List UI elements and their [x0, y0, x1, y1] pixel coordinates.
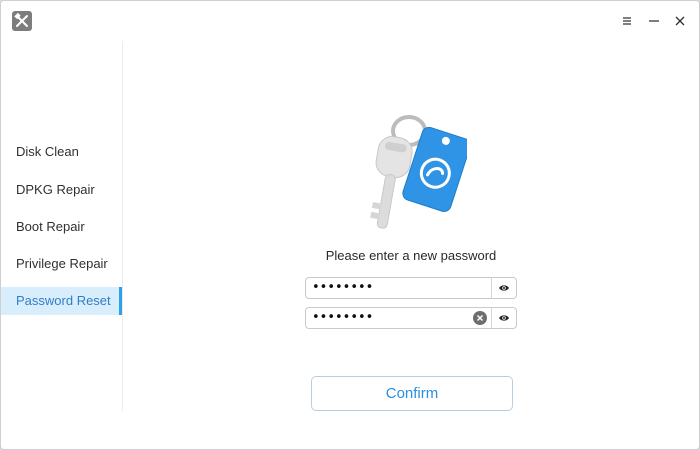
close-button[interactable]: [668, 9, 692, 33]
sidebar-item-password-reset[interactable]: Password Reset: [1, 287, 122, 315]
sidebar-item-disk-clean[interactable]: Disk Clean: [1, 138, 122, 166]
close-icon: [675, 16, 685, 26]
confirm-button[interactable]: Confirm: [311, 376, 513, 411]
menu-button[interactable]: [615, 9, 639, 33]
tools-icon: [12, 11, 32, 31]
sidebar-item-dpkg-repair[interactable]: DPKG Repair: [1, 176, 122, 204]
menu-icon: [623, 17, 631, 25]
clear-icon: [473, 311, 487, 325]
minimize-icon: [649, 20, 659, 22]
sidebar-item-boot-repair[interactable]: Boot Repair: [1, 213, 122, 241]
sidebar-item-privilege-repair[interactable]: Privilege Repair: [1, 250, 122, 278]
key-with-deepin-tag-icon: [363, 109, 471, 239]
confirm-password-field[interactable]: ••••••••: [305, 307, 517, 329]
confirm-password-value: ••••••••: [312, 310, 374, 325]
minimize-button[interactable]: [642, 9, 666, 33]
app-window: Disk Clean DPKG Repair Boot Repair Privi…: [0, 0, 700, 450]
new-password-value: ••••••••: [312, 280, 374, 295]
show-confirm-password-button[interactable]: [491, 308, 516, 328]
password-prompt: Please enter a new password: [325, 248, 497, 263]
eye-icon: [499, 315, 509, 321]
eye-icon: [499, 285, 509, 291]
new-password-field[interactable]: ••••••••: [305, 277, 517, 299]
clear-button[interactable]: [473, 311, 487, 325]
sidebar: Disk Clean DPKG Repair Boot Repair Privi…: [1, 41, 123, 411]
title-bar: [1, 1, 699, 41]
show-password-button[interactable]: [491, 278, 516, 298]
